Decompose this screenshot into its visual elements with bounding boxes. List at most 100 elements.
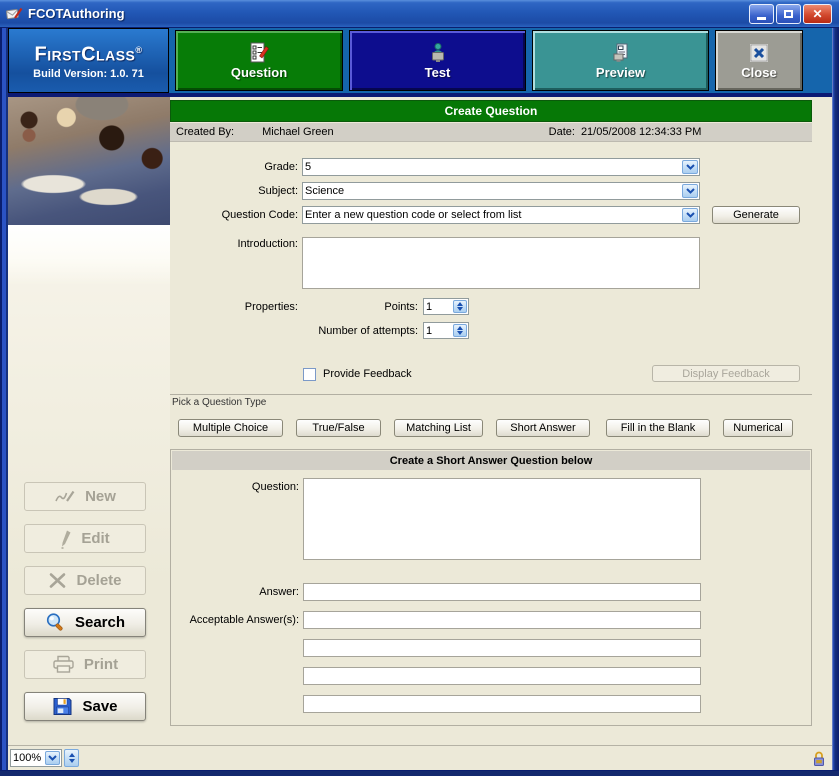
display-feedback-button[interactable]: Display Feedback [652,365,800,382]
classroom-photo [8,97,170,225]
floppy-disk-icon [52,696,73,717]
document-monitor-icon [610,42,632,64]
generate-button[interactable]: Generate [712,206,800,224]
question-code-combobox[interactable] [302,206,700,224]
multiple-choice-button[interactable]: Multiple Choice [178,419,283,437]
acceptable-answer-field-3 [303,667,701,685]
created-by-label: Created By: [176,126,234,138]
question-code-dropdown-button[interactable] [682,208,698,222]
print-button[interactable]: Print [24,650,146,679]
close-box-icon [748,42,770,64]
acceptable-answer-input-2[interactable] [304,640,700,656]
question-tab-button[interactable]: Question [175,30,343,91]
firstclass-logo: FirstClass® [9,41,168,64]
brand-panel: FirstClass® Build Version: 1.0. 71 [8,28,169,93]
short-answer-button[interactable]: Short Answer [496,419,590,437]
preview-tab-button[interactable]: Preview [532,30,709,91]
attempts-label: Number of attempts: [290,325,418,337]
introduction-label: Introduction: [170,238,298,250]
question-tab-label: Question [231,65,287,80]
points-spin-buttons[interactable] [453,300,467,313]
subject-label: Subject: [170,185,298,197]
subject-combobox[interactable] [302,182,700,200]
lock-icon [812,750,826,767]
question-type-section: Pick a Question Type [170,394,812,406]
acceptable-answer-input-3[interactable] [304,668,700,684]
question-textarea[interactable] [304,479,700,559]
grade-combobox[interactable] [302,158,700,176]
spin-down-icon [457,331,463,335]
answer-field [303,583,701,601]
spin-up-icon [69,753,75,757]
matching-list-button[interactable]: Matching List [394,419,483,437]
search-button[interactable]: Search [24,608,146,637]
question-code-input[interactable] [305,208,677,222]
provide-feedback-checkbox[interactable] [303,368,316,381]
attempts-input[interactable] [426,324,452,337]
edit-button-label: Edit [81,530,109,547]
main-area: Create Question Created By: Michael Gree… [170,97,832,745]
subject-input[interactable] [305,184,677,198]
acceptable-answer-input-4[interactable] [304,696,700,712]
short-answer-groupbox: Create a Short Answer Question below Que… [170,449,812,726]
attempts-spin-buttons[interactable] [453,324,467,337]
acceptable-answer-field-1 [303,611,701,629]
delete-button[interactable]: Delete [24,566,146,595]
grade-input[interactable] [305,160,677,174]
x-mark-icon [48,572,67,589]
window-frame-left [0,28,8,776]
delete-button-label: Delete [76,572,121,589]
save-button[interactable]: Save [24,692,146,721]
introduction-textarea[interactable] [303,238,699,288]
spin-down-icon [457,307,463,311]
numerical-button[interactable]: Numerical [723,419,793,437]
chevron-down-icon [686,164,695,170]
chevron-down-icon [686,188,695,194]
points-spinner [423,298,469,315]
close-icon: ✕ [812,7,822,21]
new-button[interactable]: New [24,482,146,511]
window-title: FCOTAuthoring [28,6,125,21]
question-type-buttons: Multiple Choice True/False Matching List… [170,419,812,437]
magnifier-icon [45,612,66,633]
titlebar: FCOTAuthoring ✕ [0,0,839,28]
page-title: Create Question [170,100,812,122]
grade-dropdown-button[interactable] [682,160,698,174]
question-type-section-label: Pick a Question Type [172,397,814,408]
test-tab-button[interactable]: Test [349,30,526,91]
question-code-label: Question Code: [170,209,298,221]
minimize-button[interactable] [749,4,774,24]
sidebar: New Edit Delete [8,97,170,745]
attempts-spinner [423,322,469,339]
top-toolbar: FirstClass® Build Version: 1.0. 71 Quest… [8,28,832,97]
fill-in-the-blank-button[interactable]: Fill in the Blank [606,419,710,437]
build-version: Build Version: 1.0. 71 [9,68,168,80]
question-checklist-icon [248,42,270,64]
close-tab-button[interactable]: Close [715,30,803,91]
properties-label: Properties: [170,301,298,313]
subject-dropdown-button[interactable] [682,184,698,198]
maximize-button[interactable] [776,4,801,24]
meta-strip: Created By: Michael Green Date: 21/05/20… [170,123,812,142]
zoom-combobox[interactable] [10,749,62,767]
spin-up-icon [457,302,463,306]
edit-button[interactable]: Edit [24,524,146,553]
zoom-dropdown-button[interactable] [45,751,60,765]
acceptable-answer-input-1[interactable] [304,612,700,628]
window-frame-bottom [0,770,839,776]
spin-down-icon [69,759,75,763]
date-value: 21/05/2008 12:34:33 PM [581,126,701,138]
printer-icon [52,655,75,674]
zoom-spin-buttons[interactable] [64,749,79,767]
chevron-down-icon [686,212,695,218]
acceptable-answer-field-4 [303,695,701,713]
statusbar [8,745,832,770]
answer-input[interactable] [304,584,700,600]
close-window-button[interactable]: ✕ [803,4,832,24]
provide-feedback-label: Provide Feedback [323,368,412,380]
true-false-button[interactable]: True/False [296,419,381,437]
grade-label: Grade: [170,161,298,173]
spin-up-icon [457,326,463,330]
points-input[interactable] [426,300,452,313]
zoom-input[interactable] [13,751,43,765]
